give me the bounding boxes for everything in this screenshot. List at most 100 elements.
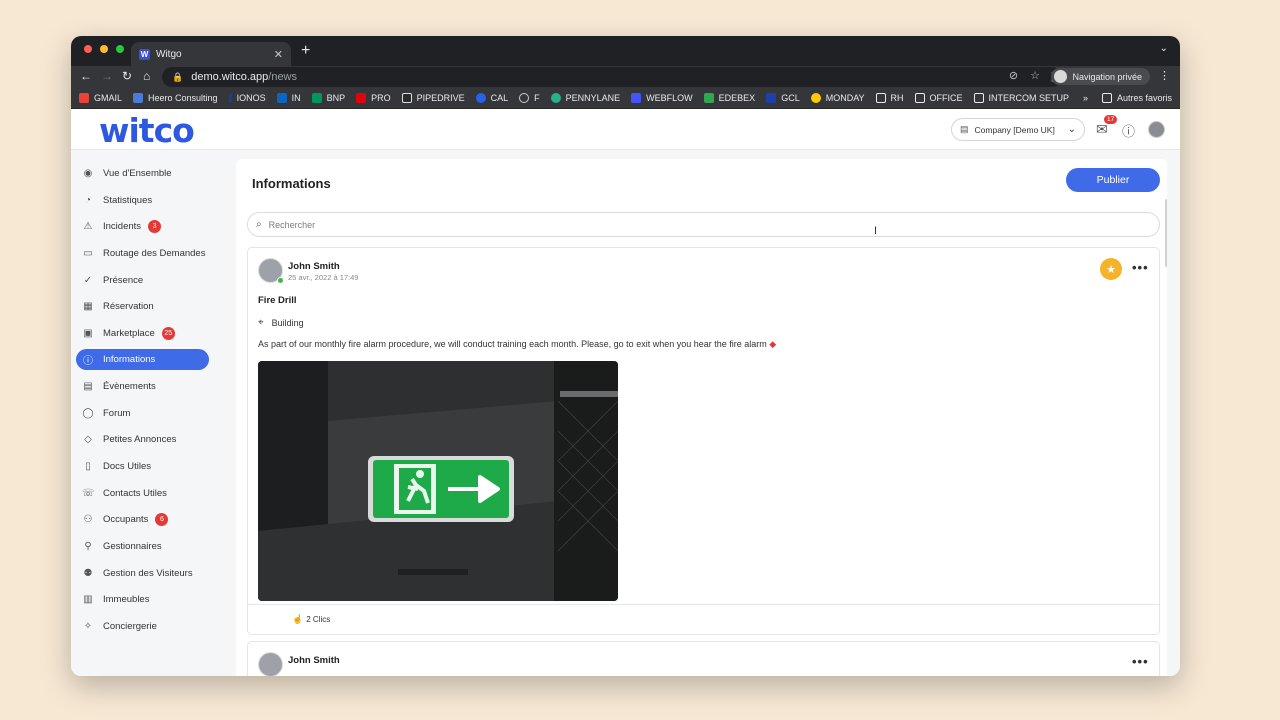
post-date: 25 avr., 2022 à 17:49 [288, 273, 359, 282]
occupants-badge: 6 [155, 513, 169, 526]
bookmark-rh[interactable]: RH [875, 93, 904, 103]
more-options-icon[interactable]: ••• [1132, 260, 1149, 275]
forward-icon[interactable]: → [101, 69, 113, 83]
star-icon[interactable]: ★ [1100, 258, 1122, 280]
bookmark-gcl[interactable]: GCL [766, 93, 800, 103]
user-avatar[interactable] [1148, 121, 1165, 138]
company-label: Company [Demo UK] [974, 124, 1055, 135]
sidebar-item-presence[interactable]: ✓ Présence [76, 270, 209, 291]
cal-icon [475, 93, 486, 103]
routing-icon: ▭ [83, 248, 93, 259]
sidebar-item-contacts-utiles[interactable]: ☏ Contacts Utiles [76, 483, 209, 504]
bookmark-office[interactable]: OFFICE [914, 93, 963, 103]
gmail-icon [79, 93, 89, 103]
mail-badge: 17 [1104, 115, 1118, 124]
post-author[interactable]: John Smith [288, 655, 340, 666]
bookmark-pro[interactable]: PRO [356, 93, 391, 103]
sidebar-item-informations[interactable]: ⓘ Informations [76, 349, 209, 370]
publish-button[interactable]: Publier [1066, 168, 1160, 192]
tab-title: Witgo [156, 48, 182, 60]
location-pin-icon: ⌖ [258, 317, 264, 328]
bookmarks-right: » Autres favoris [1083, 93, 1180, 103]
info-icon: ⓘ [83, 356, 93, 367]
scrollbar[interactable] [1165, 199, 1167, 267]
home-icon[interactable]: ⌂ [143, 69, 150, 83]
bookmark-f[interactable]: F [519, 93, 540, 103]
private-browsing-badge[interactable]: Navigation privée [1051, 68, 1150, 85]
witco-logo[interactable]: witco [99, 111, 195, 150]
witco-favicon-icon: W [139, 48, 150, 60]
close-tab-icon[interactable]: ✕ [274, 48, 283, 61]
post-location: ⌖ Building [258, 317, 304, 328]
sidebar-item-vue-ensemble[interactable]: ◉ Vue d'Ensemble [76, 163, 209, 184]
witco-app: witco ▤ Company [Demo UK] ⌄ ✉ 17 ⓘ ◉ Vue … [71, 109, 1180, 676]
bookmark-webflow[interactable]: WEBFLOW [631, 93, 693, 103]
calendar-icon: ▦ [83, 301, 93, 312]
search-input[interactable]: ⌕ Rechercher [247, 212, 1160, 237]
search-placeholder: Rechercher [268, 219, 316, 230]
company-select[interactable]: ▤ Company [Demo UK] ⌄ [951, 118, 1085, 141]
author-avatar[interactable] [258, 652, 283, 676]
bookmark-in[interactable]: IN [276, 93, 301, 103]
more-options-icon[interactable]: ••• [1132, 654, 1149, 669]
close-window-button[interactable] [84, 45, 92, 53]
sidebar-item-marketplace[interactable]: ▣ Marketplace 25 [76, 323, 209, 344]
pipedrive-icon [401, 93, 412, 103]
bookmark-ionos[interactable]: IONOS [228, 93, 266, 103]
sidebar-item-statistiques[interactable]: ◔ Statistiques [76, 190, 209, 211]
eye-off-icon[interactable]: ⊘ [1009, 69, 1018, 82]
news-post: John Smith ••• [247, 641, 1160, 676]
post-image-exit-sign[interactable] [258, 361, 618, 601]
bookmark-gmail[interactable]: GMAIL [79, 93, 122, 103]
reload-icon[interactable]: ↻ [122, 69, 132, 83]
sidebar-item-forum[interactable]: ◯ Forum [76, 403, 209, 424]
gcl-icon [766, 93, 777, 103]
bookmark-other[interactable]: Autres favoris [1101, 93, 1172, 103]
sidebar-item-petites-annonces[interactable]: ◇ Petites Annonces [76, 429, 209, 450]
exit-sign-illustration [258, 361, 618, 601]
sidebar-item-gestionnaires[interactable]: ⚲ Gestionnaires [76, 536, 209, 557]
maximize-window-button[interactable] [116, 45, 124, 53]
tab-search-chevron-icon[interactable]: ⌄ [1160, 43, 1168, 54]
pennylane-icon [550, 93, 561, 103]
url-host: demo.witco.app [191, 71, 269, 83]
clicks-count: 2 Clics [306, 615, 331, 624]
url-input[interactable]: 🔒 demo.witco.app/news [162, 67, 1062, 87]
sidebar-item-reservation[interactable]: ▦ Réservation [76, 296, 209, 317]
sidebar-item-immeubles[interactable]: ▥ Immeubles [76, 589, 209, 610]
bookmark-star-icon[interactable]: ☆ [1030, 69, 1040, 82]
new-tab-icon[interactable]: + [301, 42, 310, 60]
sidebar-item-docs-utiles[interactable]: ▯ Docs Utiles [76, 456, 209, 477]
tab-witgo[interactable]: W Witgo ✕ [131, 42, 291, 66]
url-path: /news [268, 71, 298, 83]
sidebar-item-evenements[interactable]: ▤ Évènements [76, 376, 209, 397]
bookmark-pipedrive[interactable]: PIPEDRIVE [401, 93, 465, 103]
bookmark-pennylane[interactable]: PENNYLANE [550, 93, 620, 103]
window-controls [84, 45, 124, 53]
eye-icon: ◉ [83, 168, 93, 179]
text-cursor-icon: I [874, 225, 878, 237]
pro-icon [356, 93, 367, 103]
sidebar-item-routage[interactable]: ▭ Routage des Demandes [76, 243, 209, 264]
bookmark-edebex[interactable]: EDEBEX [703, 93, 755, 103]
bookmark-intercom[interactable]: INTERCOM SETUP [973, 93, 1069, 103]
bookmark-cal[interactable]: CAL [475, 93, 508, 103]
bookmark-heero[interactable]: Heero Consulting [133, 93, 218, 103]
sidebar-item-incidents[interactable]: ⚠ Incidents 3 [76, 216, 209, 237]
sidebar-item-gestion-visiteurs[interactable]: ⚉ Gestion des Visiteurs [76, 563, 209, 584]
search-icon: ⌕ [256, 219, 262, 230]
sidebar: ◉ Vue d'Ensemble ◔ Statistiques ⚠ Incidents… [71, 150, 231, 676]
info-alert-icon[interactable]: ⓘ [1122, 121, 1135, 140]
bookmark-bnp[interactable]: BNP [311, 93, 345, 103]
post-clicks: ☝ 2 Clics [248, 604, 1159, 634]
browser-menu-icon[interactable]: ⋮ [1159, 69, 1170, 82]
folder-icon [1101, 93, 1112, 103]
minimize-window-button[interactable] [100, 45, 108, 53]
bookmarks-overflow-icon[interactable]: » [1083, 93, 1088, 103]
back-icon[interactable]: ← [80, 69, 92, 83]
post-author[interactable]: John Smith [288, 261, 340, 272]
sidebar-item-occupants[interactable]: ⚇ Occupants 6 [76, 509, 209, 530]
bookmark-monday[interactable]: MONDAY [810, 93, 865, 103]
sidebar-item-conciergerie[interactable]: ✧ Conciergerie [76, 616, 209, 637]
pie-chart-icon: ◔ [84, 195, 92, 206]
